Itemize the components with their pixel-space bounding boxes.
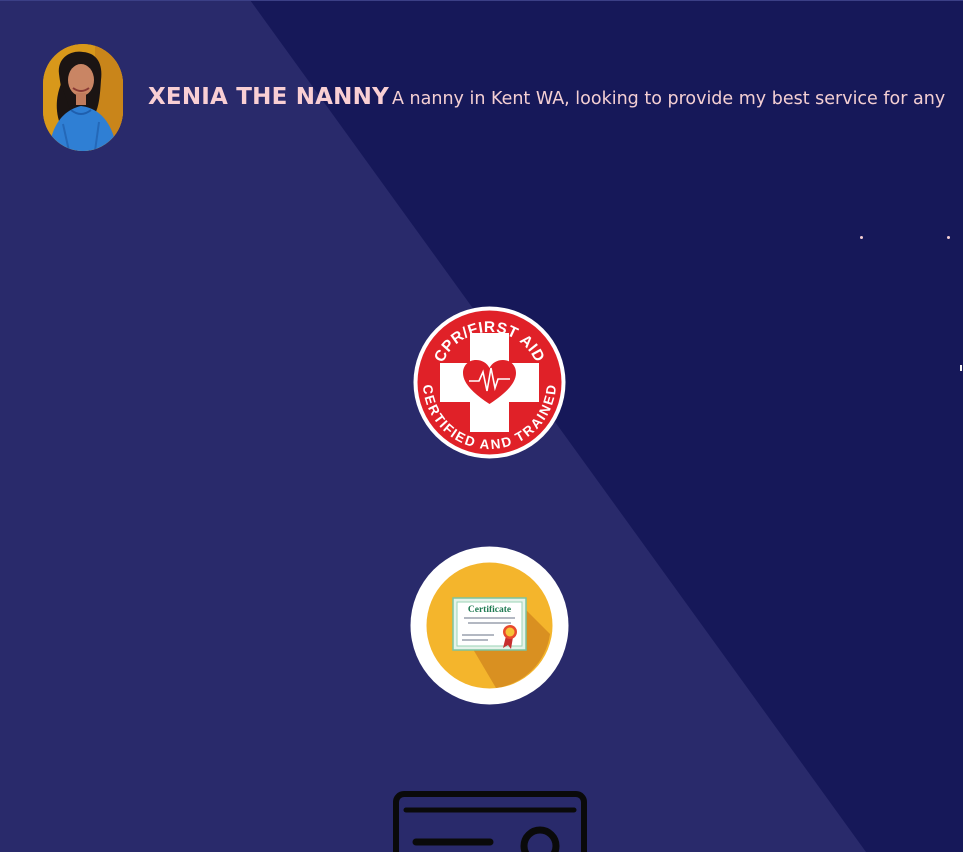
site-header: XENIA THE NANNY A nanny in Kent WA, look…: [0, 0, 963, 200]
nav-dot-1[interactable]: [860, 236, 863, 239]
site-tagline: A nanny in Kent WA, looking to provide m…: [392, 89, 946, 109]
nav-dot-2[interactable]: [947, 236, 950, 239]
certificate-badge-icon: Certificate: [410, 546, 569, 705]
cpr-first-aid-badge-icon: CPR/FIRST AID CERTIFIED AND TRAINED MSC1…: [413, 306, 566, 459]
avatar[interactable]: [43, 44, 123, 151]
cpr-code-text: MSC1716: [478, 417, 500, 423]
site-title[interactable]: XENIA THE NANNY: [148, 84, 389, 110]
person-photo-icon: [43, 44, 123, 151]
id-card-icon: [393, 791, 587, 852]
edge-marker: [960, 365, 962, 371]
certificate-heading: Certificate: [468, 605, 511, 615]
